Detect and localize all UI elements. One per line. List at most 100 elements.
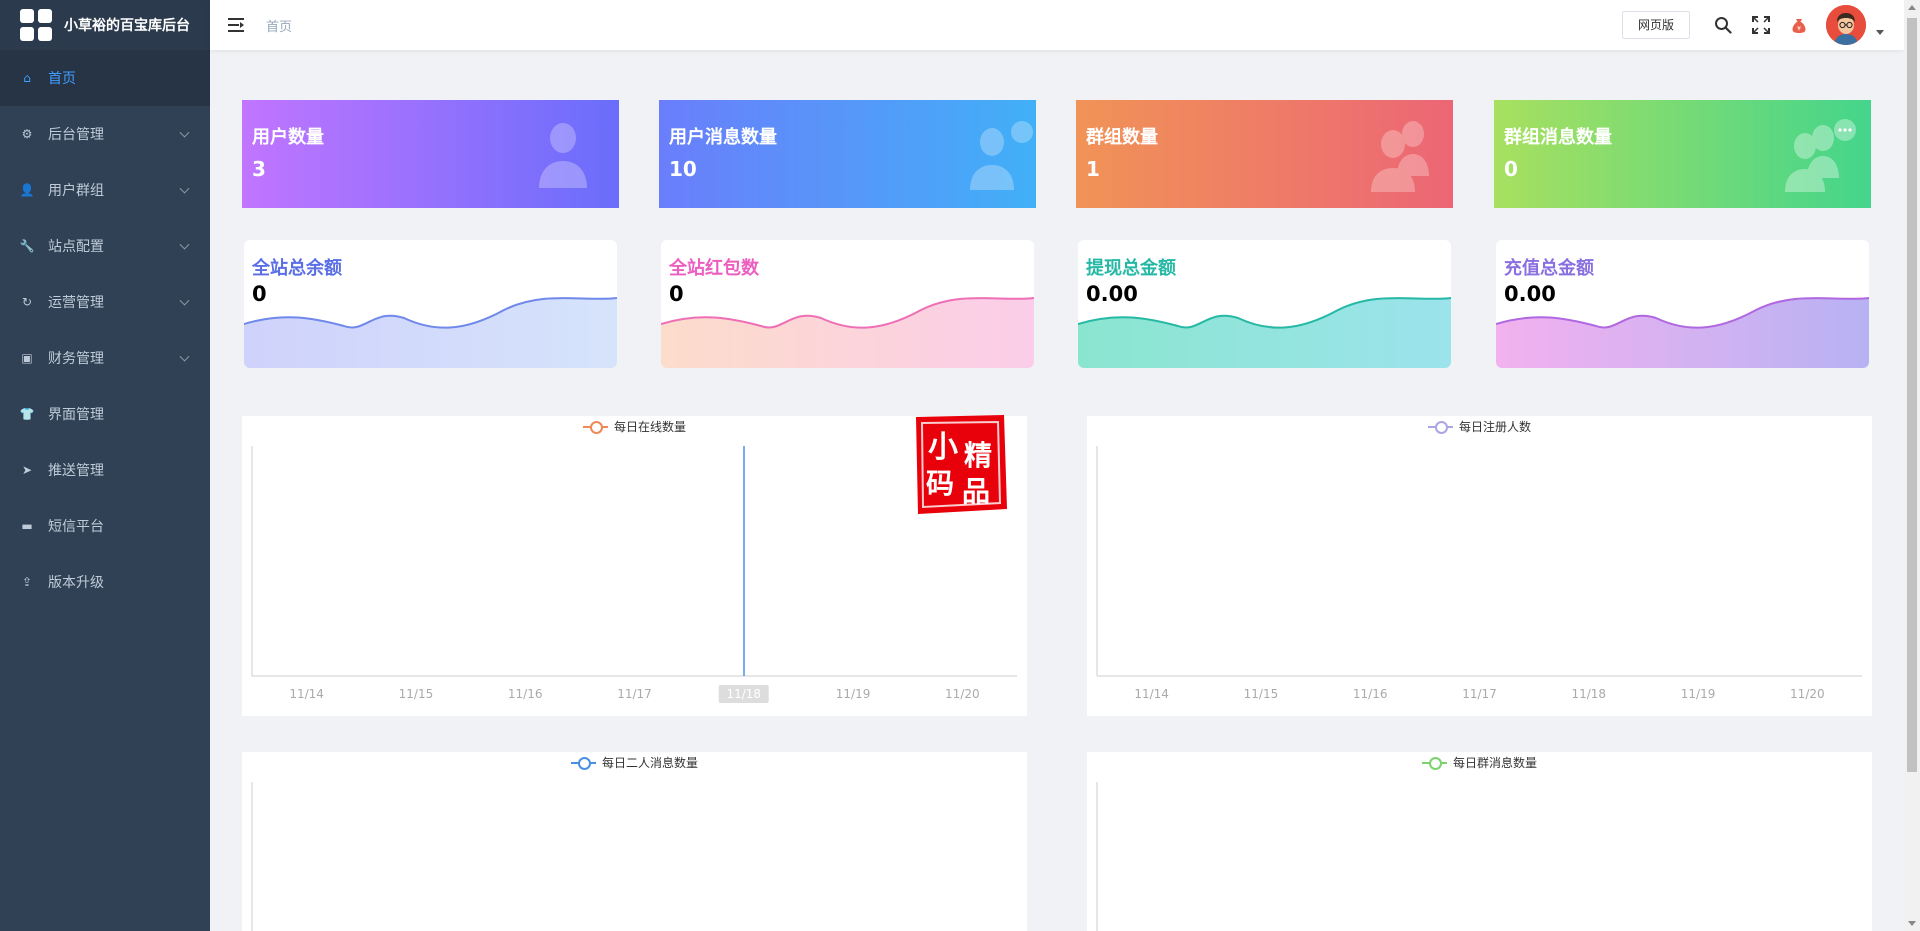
svg-text:小: 小 — [928, 430, 958, 465]
refresh-icon: ↻ — [21, 295, 33, 309]
wave-label: 全站红包数 — [669, 258, 759, 279]
logo-grid-icon — [20, 9, 52, 41]
stat-label: 群组消息数量 — [1504, 127, 1612, 148]
logo[interactable]: 小草裕的百宝库后台 — [0, 0, 210, 50]
stat-value: 3 — [252, 157, 266, 181]
message-icon: ▬ — [21, 519, 33, 533]
stat-card-group-messages[interactable]: 群组消息数量 0 — [1494, 100, 1871, 208]
user-avatar[interactable] — [1826, 5, 1866, 45]
send-icon: ➤ — [21, 463, 33, 477]
gear-icon: ⚙ — [21, 127, 33, 141]
x-tick-label: 11/15 — [1243, 687, 1279, 701]
x-tick-label: 11/14 — [1134, 687, 1169, 701]
balance-card[interactable]: 全站总余额 0 — [244, 240, 617, 368]
page-scrollbar[interactable] — [1904, 0, 1920, 931]
stat-label: 群组数量 — [1086, 127, 1158, 148]
sidebar-item-label: 运营管理 — [48, 295, 104, 311]
x-tick-label: 11/17 — [1462, 687, 1497, 701]
wave-graphic — [1078, 297, 1451, 368]
sidebar-item-4[interactable]: ↻ 运营管理 — [0, 274, 210, 330]
chart-daily-private-messages: 每日二人消息数量 — [242, 752, 1027, 931]
svg-text:码: 码 — [926, 467, 954, 500]
stat-card-user-messages[interactable]: 用户消息数量 10 — [659, 100, 1036, 208]
x-axis-ticks: 11/14 11/15 11/16 11/17 11/18 11/19 11/20 — [252, 685, 1017, 703]
x-tick-label: 11/20 — [945, 687, 980, 701]
chart-axes — [1096, 446, 1862, 677]
top-navbar: 首页 网页版 ¥ — [210, 0, 1904, 50]
sidebar-item-9[interactable]: ⇪ 版本升级 — [0, 554, 210, 610]
sidebar-item-label: 用户群组 — [48, 183, 104, 199]
sidebar-item-8[interactable]: ▬ 短信平台 — [0, 498, 210, 554]
x-tick-label: 11/20 — [1790, 687, 1825, 701]
group-chat-icon — [1785, 119, 1856, 192]
stat-card-groups[interactable]: 群组数量 1 — [1076, 100, 1453, 208]
sidebar-item-2[interactable]: 👤 用户群组 — [0, 162, 210, 218]
sidebar-item-label: 版本升级 — [48, 575, 104, 591]
user-icon: 👤 — [19, 183, 35, 197]
sidebar-item-7[interactable]: ➤ 推送管理 — [0, 442, 210, 498]
sidebar-item-label: 短信平台 — [48, 519, 104, 535]
chevron-down-icon — [179, 351, 190, 362]
scroll-up-arrow-icon[interactable] — [1908, 5, 1916, 10]
sidebar-item-0[interactable]: ⌂ 首页 — [0, 50, 210, 106]
svg-text:精: 精 — [964, 439, 992, 472]
sidebar-item-3[interactable]: 🔧 站点配置 — [0, 218, 210, 274]
chevron-down-icon — [179, 295, 190, 306]
sidebar-item-label: 站点配置 — [48, 239, 104, 255]
stat-value: 1 — [1086, 157, 1100, 181]
sidebar-menu: ⌂ 首页 ⚙ 后台管理 👤 用户群组 🔧 站点配置 ↻ 运营管理 ▣ 财务管理 👕 界面管理 ➤ 推送管理 ▬ 短… — [0, 50, 210, 610]
x-tick-label: 11/14 — [289, 687, 324, 701]
caret-down-icon[interactable] — [1876, 29, 1884, 35]
scrollbar-thumb[interactable] — [1907, 18, 1917, 772]
chart-axes — [251, 782, 253, 931]
chart-daily-registrations: 每日注册人数 11/14 11/15 11/16 11/17 11/18 11/19 11/… — [1087, 416, 1872, 716]
breadcrumb[interactable]: 首页 — [266, 16, 292, 35]
x-axis-ticks: 11/14 11/15 11/16 11/17 11/18 11/19 11/20 — [1097, 687, 1862, 703]
chevron-down-icon — [179, 127, 190, 138]
svg-text:品: 品 — [962, 475, 990, 508]
stat-label: 用户消息数量 — [669, 127, 777, 148]
red-packet-card[interactable]: 全站红包数 0 — [661, 240, 1034, 368]
wrench-icon: 🔧 — [19, 239, 35, 253]
user-silhouette-icon — [539, 123, 587, 188]
seal-stamp: 小 精 码 品 — [916, 415, 1007, 514]
fullscreen-icon[interactable] — [1750, 14, 1772, 36]
scroll-down-arrow-icon[interactable] — [1908, 921, 1916, 926]
x-tick-label: 11/18 — [718, 685, 770, 703]
shirt-icon: 👕 — [19, 407, 35, 421]
sidebar-item-label: 首页 — [48, 71, 76, 87]
chart-axes — [1096, 782, 1098, 931]
stat-value: 0 — [1504, 157, 1518, 181]
stat-label: 用户数量 — [252, 127, 324, 148]
money-bag-icon[interactable]: ¥ — [1788, 14, 1810, 36]
sidebar-item-1[interactable]: ⚙ 后台管理 — [0, 106, 210, 162]
home-icon: ⌂ — [23, 71, 31, 85]
sidebar-item-6[interactable]: 👕 界面管理 — [0, 386, 210, 442]
web-version-button[interactable]: 网页版 — [1621, 11, 1690, 39]
wallet-icon: ▣ — [21, 351, 33, 365]
chevron-down-icon — [179, 183, 190, 194]
sidebar-item-label: 界面管理 — [48, 407, 104, 423]
wave-graphic — [661, 297, 1034, 368]
x-tick-label: 11/15 — [398, 687, 434, 701]
withdrawal-card[interactable]: 提现总金额 0.00 — [1078, 240, 1451, 368]
chart-daily-group-messages: 每日群消息数量 — [1087, 752, 1872, 931]
stat-card-users[interactable]: 用户数量 3 — [242, 100, 619, 208]
sidebar-item-label: 后台管理 — [48, 127, 104, 143]
search-icon[interactable] — [1712, 14, 1734, 36]
chevron-down-icon — [179, 239, 190, 250]
sidebar-item-5[interactable]: ▣ 财务管理 — [0, 330, 210, 386]
sidebar: 小草裕的百宝库后台 ⌂ 首页 ⚙ 后台管理 👤 用户群组 🔧 站点配置 ↻ 运营管理 ▣ 财务管理 👕 界… — [0, 0, 210, 931]
group-silhouette-icon — [1371, 121, 1429, 192]
user-chat-icon — [970, 121, 1033, 190]
wave-graphic — [1496, 297, 1869, 368]
svg-text:¥: ¥ — [1797, 26, 1801, 33]
recharge-card[interactable]: 充值总金额 0.00 — [1496, 240, 1869, 368]
sidebar-item-label: 财务管理 — [48, 351, 104, 367]
hamburger-menu-icon[interactable] — [228, 18, 244, 32]
header-actions: 网页版 ¥ — [1621, 0, 1884, 50]
wave-graphic — [244, 297, 617, 368]
x-tick-label: 11/16 — [1352, 687, 1388, 701]
app-title: 小草裕的百宝库后台 — [64, 18, 190, 34]
upload-icon: ⇪ — [21, 575, 33, 589]
